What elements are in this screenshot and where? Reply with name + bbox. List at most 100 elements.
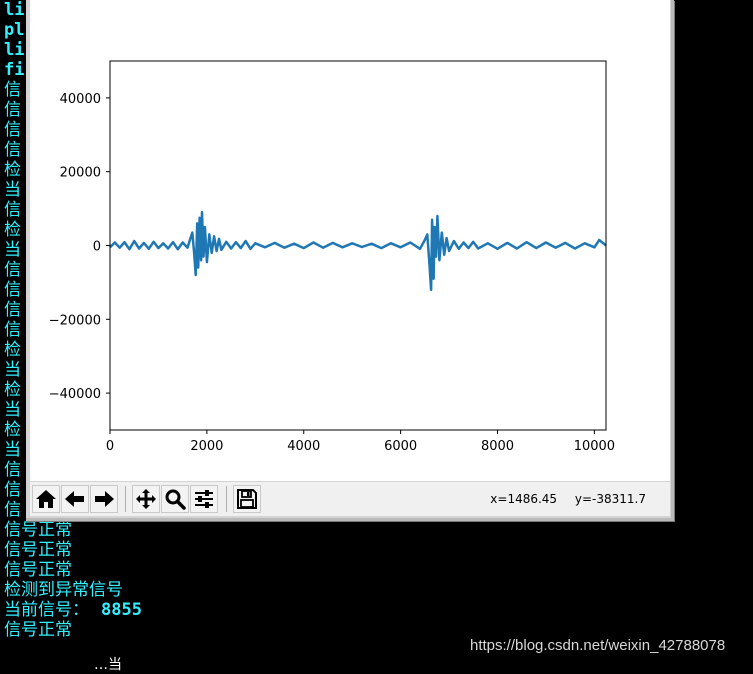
configure-subplots-button[interactable]: [190, 485, 218, 513]
console-line-text: li: [4, 0, 25, 20]
toolbar-separator: [226, 486, 227, 512]
sliders-icon: [195, 490, 213, 508]
console-line-text: 信: [4, 200, 21, 220]
forward-button[interactable]: [90, 485, 118, 513]
console-line-text: li: [4, 40, 25, 60]
console-line: 当: [4, 360, 21, 380]
save-button[interactable]: [233, 485, 261, 513]
console-line: 信: [4, 200, 21, 220]
y-tick-label: 20000: [60, 166, 101, 181]
console-line: 检测到异常信号: [4, 580, 123, 600]
cursor-coordinates: x=1486.45 y=-38311.7: [490, 492, 646, 506]
console-line-text: 信号正常: [4, 540, 72, 560]
console-line: 信: [4, 320, 21, 340]
console-line: 信号正常: [4, 540, 72, 560]
console-line-text: 信: [4, 260, 21, 280]
cursor-x-readout: x=1486.45: [490, 492, 558, 506]
move-icon: [136, 489, 156, 509]
console-line: 信号正常: [4, 560, 72, 580]
home-button[interactable]: [32, 485, 60, 513]
arrow-left-icon: [65, 491, 84, 507]
console-line: 信: [4, 500, 21, 520]
console-line: 检: [4, 340, 21, 360]
console-line-text: 信: [4, 140, 21, 160]
x-tick-label: 2000: [190, 439, 223, 454]
back-button[interactable]: [61, 485, 89, 513]
console-line: 检: [4, 220, 21, 240]
console-line-text: 信号正常: [4, 560, 72, 580]
navigation-toolbar: x=1486.45 y=-38311.7: [30, 482, 670, 516]
x-tick-label: 6000: [384, 439, 417, 454]
console-line-text: 当: [4, 360, 21, 380]
console-line: 信: [4, 80, 21, 100]
console-line-text: 信: [4, 280, 21, 300]
console-line-text: 信: [4, 460, 21, 480]
floppy-disk-icon: [237, 489, 257, 509]
y-tick-label: 40000: [60, 92, 101, 107]
console-line: 当: [4, 180, 21, 200]
y-tick-label: 0: [93, 240, 101, 255]
console-line: 信: [4, 140, 21, 160]
x-tick-label: 4000: [287, 439, 320, 454]
console-line-text: 当前信号：: [4, 600, 89, 620]
console-line: 信: [4, 280, 21, 300]
console-line: 信: [4, 460, 21, 480]
console-line-text: 检: [4, 160, 21, 180]
cursor-y-readout: y=-38311.7: [574, 492, 646, 506]
console-line: li: [4, 40, 24, 60]
magnifier-icon: [165, 489, 186, 510]
watermark-url: https://blog.csdn.net/weixin_42788078: [470, 637, 726, 654]
console-line-text: 检: [4, 340, 21, 360]
figure-window: 0 2000 4000 6000 8000 10000 −40000 −20000 0 20000…: [26, 0, 674, 521]
x-tick-label: 10000: [574, 439, 615, 454]
console-line-text: 信: [4, 120, 21, 140]
console-line-text: 检: [4, 220, 21, 240]
console-line-text: 信: [4, 300, 21, 320]
console-line-text: 信号正常: [4, 620, 72, 640]
console-line-text: 信: [4, 480, 21, 500]
figure-canvas[interactable]: 0 2000 4000 6000 8000 10000 −40000 −20000 0 20000…: [30, 0, 670, 481]
y-tick-label: −40000: [49, 387, 101, 402]
console-line-text: fi: [4, 60, 25, 80]
console-line: li: [4, 0, 24, 20]
console-line-text: 信号正常: [4, 520, 72, 540]
console-line: 信号正常: [4, 520, 72, 540]
home-icon: [36, 490, 56, 508]
console-line-text: 当: [4, 440, 21, 460]
arrow-right-icon: [95, 491, 114, 507]
y-tick-label: −20000: [49, 313, 101, 328]
console-line: 信: [4, 260, 21, 280]
series-line: [109, 211, 607, 292]
console-line-text: 信: [4, 80, 21, 100]
console-line: 当: [4, 440, 21, 460]
zoom-button[interactable]: [161, 485, 189, 513]
console-line: 当: [4, 400, 21, 420]
console-line-text: 信: [4, 320, 21, 340]
console-line: fi: [4, 60, 24, 80]
console-fragment: …当: [94, 657, 122, 673]
console-line-text: pl: [4, 20, 25, 40]
console-line: 检: [4, 420, 21, 440]
console-line-text: 当: [4, 400, 21, 420]
console-line: 信: [4, 300, 21, 320]
console-line-text: 信: [4, 100, 21, 120]
toolbar-separator: [125, 486, 126, 512]
console-line-value: 8855: [101, 600, 142, 620]
console-line: pl: [4, 20, 24, 40]
console-line: 信: [4, 480, 21, 500]
console-line: 当前信号： 8855: [4, 600, 142, 620]
console-line-text: 当: [4, 240, 21, 260]
console-line-text: 当: [4, 180, 21, 200]
console-line: 检: [4, 380, 21, 400]
console-line: 信: [4, 100, 21, 120]
console-line: 检: [4, 160, 21, 180]
x-tick-label: 8000: [481, 439, 514, 454]
console-line-text: 检: [4, 380, 21, 400]
console-line-text: 信: [4, 500, 21, 520]
console-line-text: 检测到异常信号: [4, 580, 123, 600]
pan-button[interactable]: [132, 485, 160, 513]
x-tick-label: 0: [106, 439, 114, 454]
console-line: 信号正常: [4, 620, 72, 640]
console-line: 当: [4, 240, 21, 260]
console-line-text: 检: [4, 420, 21, 440]
